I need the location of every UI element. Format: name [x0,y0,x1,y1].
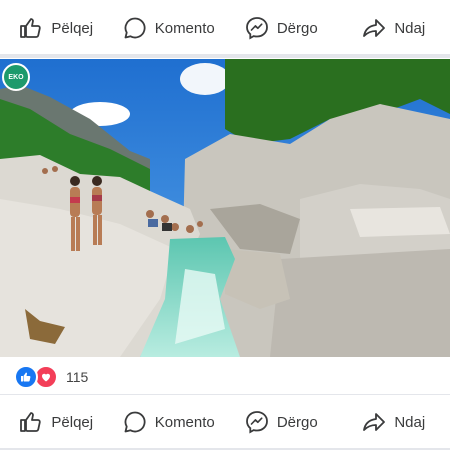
like-reaction-icon [14,365,38,389]
eko-logo-badge: EKO [2,63,30,91]
bottom-action-bar: Pëlqej Komento Dërgo Ndaj [0,396,450,448]
share-button[interactable]: Ndaj [338,16,450,40]
thumbs-up-icon [20,18,42,38]
thumbs-up-icon [21,372,31,382]
like-label: Pëlqej [51,413,94,431]
top-action-bar: Pëlqej Komento Dërgo Ndaj [0,2,450,54]
share-arrow-icon [363,413,386,431]
river-canyon-image [0,59,450,357]
divider [0,394,450,395]
heart-icon [42,373,50,382]
share-label: Ndaj [394,19,426,37]
comment-label: Komento [154,413,215,431]
thumbs-up-icon [20,412,42,432]
messenger-icon [245,17,268,40]
share-arrow-icon [363,19,386,37]
comment-label: Komento [154,19,215,37]
share-button[interactable]: Ndaj [338,410,450,434]
comment-bubble-icon [124,17,146,39]
comment-bubble-icon [124,411,146,433]
like-button[interactable]: Pëlqej [0,410,113,434]
post-photo[interactable]: EKO [0,59,450,357]
separator [0,54,450,58]
send-button[interactable]: Dërgo [225,410,338,434]
send-button[interactable]: Dërgo [225,16,338,40]
reactions-summary[interactable]: 115 [14,365,89,389]
comment-button[interactable]: Komento [113,16,226,40]
reaction-count: 115 [66,369,89,385]
like-button[interactable]: Pëlqej [0,16,113,40]
like-label: Pëlqej [51,19,94,37]
comment-button[interactable]: Komento [113,410,226,434]
send-label: Dërgo [276,19,318,37]
messenger-icon [245,411,268,434]
share-label: Ndaj [394,413,426,431]
badge-text: EKO [8,73,24,81]
send-label: Dërgo [276,413,318,431]
